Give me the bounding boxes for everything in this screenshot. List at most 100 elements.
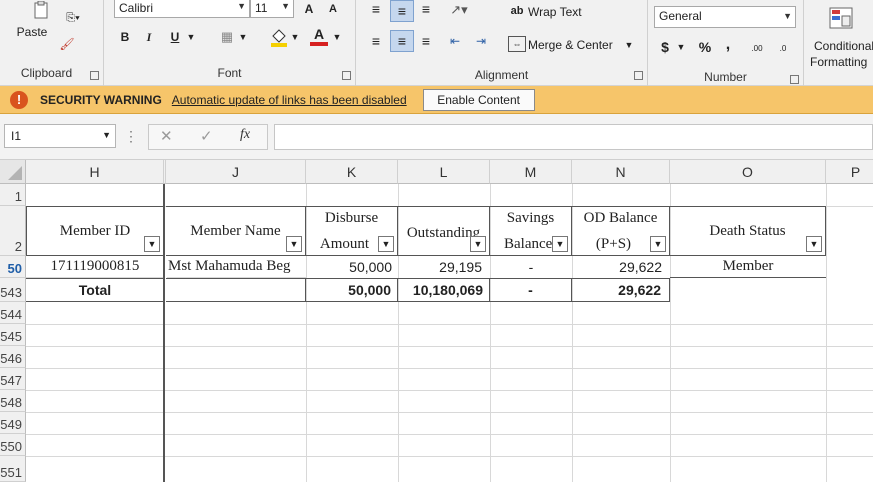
decrease-decimal-button[interactable]: .0 xyxy=(772,40,794,58)
cell-total-disburse[interactable]: 50,000 xyxy=(306,278,398,302)
cell-total-label[interactable]: Total xyxy=(26,278,164,302)
font-name-dropdown[interactable]: Calibri ▼ xyxy=(114,0,250,18)
wrap-text-button[interactable]: Wrap Text xyxy=(528,4,582,20)
column-header-l[interactable]: L xyxy=(398,160,490,184)
chevron-down-icon[interactable]: ▼ xyxy=(624,38,634,52)
underline-button[interactable]: U xyxy=(166,28,184,46)
row-header-543[interactable]: 543 xyxy=(0,278,26,302)
copy-icon[interactable]: ⎘▾ xyxy=(58,10,88,26)
percent-button[interactable]: % xyxy=(696,38,714,56)
bottom-align-icon[interactable]: ≡ xyxy=(416,0,436,18)
column-header-j[interactable]: J xyxy=(166,160,306,184)
row-header-548[interactable]: 548 xyxy=(0,390,26,412)
chevron-down-icon[interactable]: ▼ xyxy=(676,40,686,54)
chevron-down-icon[interactable]: ▼ xyxy=(332,30,342,44)
comma-button[interactable]: , xyxy=(722,36,734,54)
row-header-545[interactable]: 545 xyxy=(0,324,26,346)
filter-dropdown-icon[interactable]: ▼ xyxy=(470,236,486,252)
filter-dropdown-icon[interactable]: ▼ xyxy=(806,236,822,252)
chevron-down-icon[interactable]: ▼ xyxy=(290,30,300,44)
borders-icon[interactable]: ▦ xyxy=(216,28,238,46)
cell-member-id[interactable]: 171119000815 xyxy=(26,256,164,278)
cell-od-balance[interactable]: 29,622 xyxy=(572,256,670,278)
cell-member-name[interactable]: Mst Mahamuda Beg xyxy=(167,256,306,278)
clipboard-label: Clipboard xyxy=(20,66,73,80)
align-center-icon[interactable]: ≡ xyxy=(390,30,414,52)
merge-center-button[interactable]: Merge & Center xyxy=(528,37,613,53)
enable-content-button[interactable]: Enable Content xyxy=(422,88,535,111)
number-format-dropdown[interactable]: General ▼ xyxy=(654,6,796,28)
row-header-550[interactable]: 550 xyxy=(0,434,26,456)
select-all-corner[interactable] xyxy=(0,160,26,184)
bold-button[interactable]: B xyxy=(116,28,134,46)
paste-icon[interactable] xyxy=(30,0,52,20)
column-header-p[interactable]: P xyxy=(826,160,873,184)
paste-button[interactable]: Paste xyxy=(12,24,52,40)
filter-dropdown-icon[interactable]: ▼ xyxy=(650,236,666,252)
cell-total-outstanding[interactable]: 10,180,069 xyxy=(398,278,490,302)
filter-dropdown-icon[interactable]: ▼ xyxy=(378,236,394,252)
clipboard-launcher-icon[interactable] xyxy=(90,71,99,80)
cancel-icon[interactable]: ✕ xyxy=(160,127,173,145)
security-warning-message-link[interactable]: Automatic update of links has been disab… xyxy=(172,93,407,107)
increase-indent-icon[interactable]: ⇥ xyxy=(470,32,492,50)
row-header-544[interactable]: 544 xyxy=(0,302,26,324)
row-header-547[interactable]: 547 xyxy=(0,368,26,390)
formula-input[interactable] xyxy=(274,124,873,150)
font-color-button[interactable]: A xyxy=(310,26,328,46)
column-header-h[interactable]: H xyxy=(26,160,164,184)
number-launcher-icon[interactable] xyxy=(790,75,799,84)
middle-align-icon[interactable]: ≡ xyxy=(390,0,414,22)
gridline xyxy=(26,412,873,413)
align-left-icon[interactable]: ≡ xyxy=(366,32,386,50)
header-member-name: Member Name ▼ xyxy=(166,206,306,256)
currency-button[interactable]: $ xyxy=(658,38,672,56)
format-painter-icon[interactable]: 🖌 xyxy=(56,36,78,52)
chevron-down-icon[interactable]: ▼ xyxy=(238,30,248,44)
fill-color-icon[interactable] xyxy=(268,26,290,48)
top-align-icon[interactable]: ≡ xyxy=(366,0,386,18)
row-header-50[interactable]: 50 xyxy=(0,256,26,278)
font-size-dropdown[interactable]: 11 ▼ xyxy=(250,0,294,18)
chevron-down-icon[interactable]: ▼ xyxy=(186,30,196,44)
orientation-icon[interactable]: ↗▾ xyxy=(446,0,472,20)
increase-decimal-button[interactable]: .00 xyxy=(746,40,768,58)
row-header-2[interactable]: 2 xyxy=(0,206,26,256)
clipboard-group: Paste ⎘▾ 🖌 Clipboard xyxy=(0,0,104,86)
cell-outstanding[interactable]: 29,195 xyxy=(398,256,490,278)
column-header-n[interactable]: N xyxy=(572,160,670,184)
cell-total-savings[interactable]: - xyxy=(490,278,572,302)
filter-dropdown-icon[interactable]: ▼ xyxy=(144,236,160,252)
confirm-icon[interactable]: ✓ xyxy=(200,127,213,145)
filter-dropdown-icon[interactable]: ▼ xyxy=(552,236,568,252)
row-header-549[interactable]: 549 xyxy=(0,412,26,434)
alignment-launcher-icon[interactable] xyxy=(634,71,643,80)
align-right-icon[interactable]: ≡ xyxy=(416,32,436,50)
header-od-balance: OD Balance (P+S) ▼ xyxy=(572,206,670,256)
cell-death-status[interactable]: Member xyxy=(670,256,826,278)
cell-total-od-balance[interactable]: 29,622 xyxy=(572,278,670,302)
font-launcher-icon[interactable] xyxy=(342,71,351,80)
row-header-546[interactable]: 546 xyxy=(0,346,26,368)
column-header-k[interactable]: K xyxy=(306,160,398,184)
gridline xyxy=(26,456,873,457)
column-header-o[interactable]: O xyxy=(670,160,826,184)
more-options-icon[interactable]: ⋮ xyxy=(124,128,138,145)
conditional-formatting-icon[interactable] xyxy=(828,6,854,30)
column-header-m[interactable]: M xyxy=(490,160,572,184)
italic-button[interactable]: I xyxy=(140,28,158,46)
insert-function-button[interactable]: fx xyxy=(240,127,250,143)
worksheet-grid[interactable]: H I J K L M N O P 1 2 50 543 544 545 546… xyxy=(0,160,873,482)
conditional-formatting-button[interactable]: Conditional xyxy=(814,38,873,54)
grow-font-button[interactable]: A xyxy=(300,0,318,18)
filter-dropdown-icon[interactable]: ▼ xyxy=(286,236,302,252)
row-header-1[interactable]: 1 xyxy=(0,184,26,206)
name-box[interactable]: I1 ▼ xyxy=(4,124,116,148)
shrink-font-button[interactable]: A xyxy=(324,1,342,17)
cell-disburse[interactable]: 50,000 xyxy=(306,256,398,278)
security-warning-bar: ! SECURITY WARNING Automatic update of l… xyxy=(0,86,873,114)
cell-total-name[interactable] xyxy=(166,278,306,302)
decrease-indent-icon[interactable]: ⇤ xyxy=(444,32,466,50)
row-header-551[interactable]: 551 xyxy=(0,456,26,482)
cell-savings[interactable]: - xyxy=(490,256,572,278)
